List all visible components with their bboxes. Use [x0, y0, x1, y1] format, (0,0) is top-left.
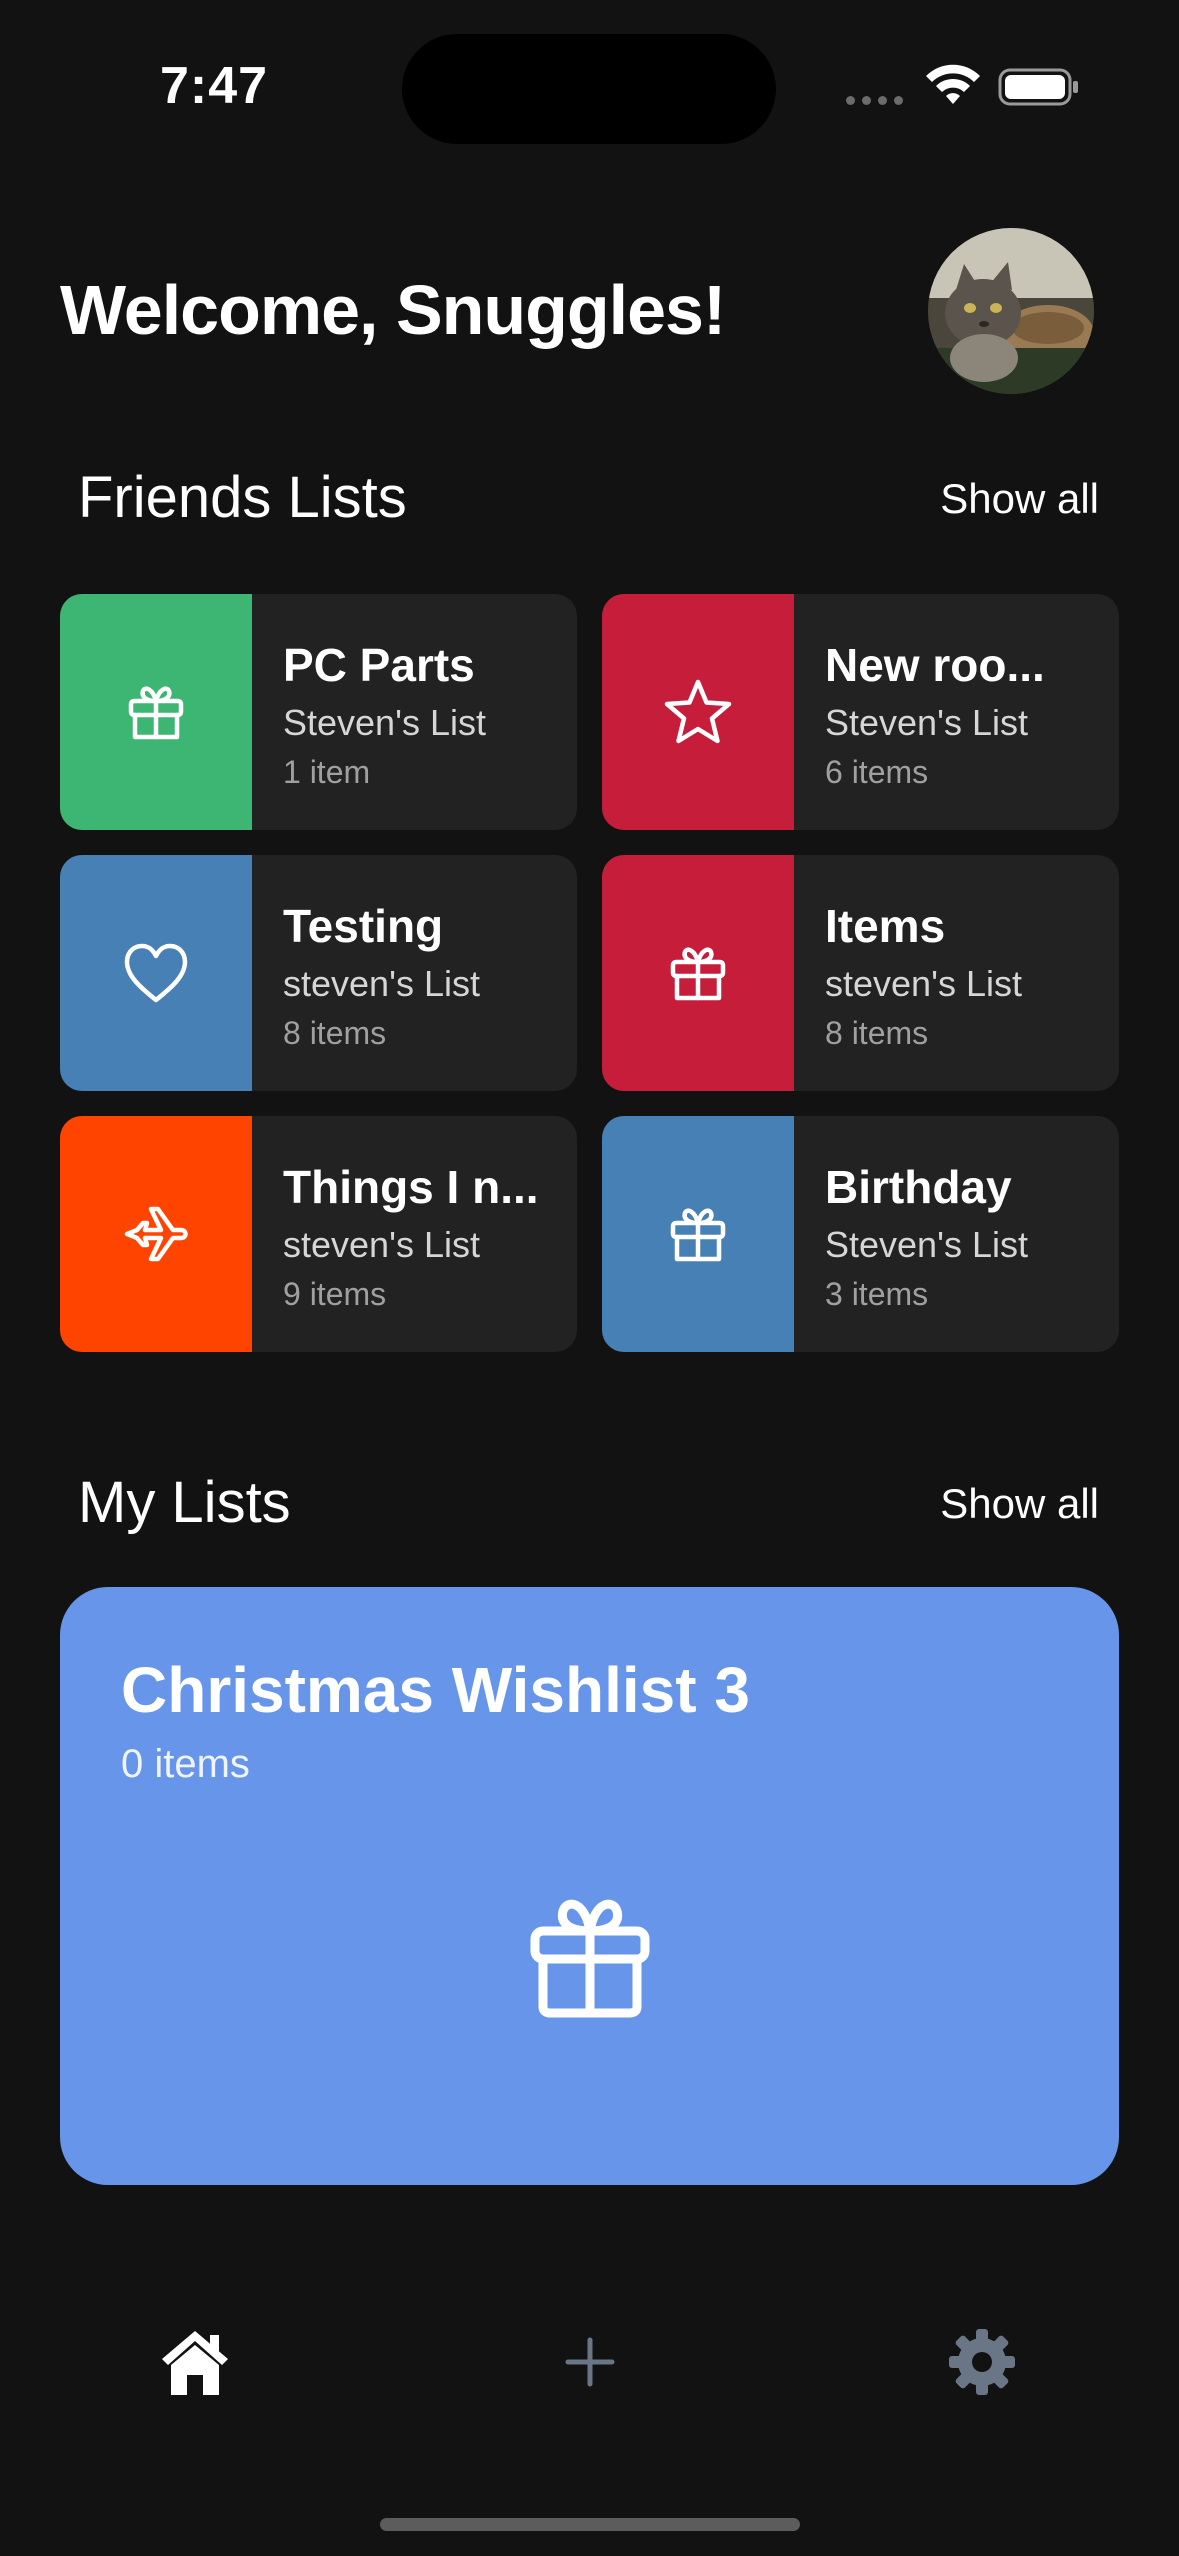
list-item-count: 9 items — [283, 1276, 387, 1312]
list-item-count: 6 items — [825, 754, 929, 790]
list-icon-tile — [60, 855, 252, 1091]
list-icon-tile — [60, 594, 252, 830]
list-item-count: 8 items — [283, 1015, 387, 1051]
heart-icon — [124, 943, 188, 1003]
airplane-icon — [124, 1206, 188, 1262]
friends-show-all-button[interactable]: Show all — [940, 475, 1099, 523]
friend-list-card[interactable]: New roo... Steven's List 6 items — [602, 594, 1119, 830]
home-indicator[interactable] — [380, 2518, 800, 2531]
gift-icon — [128, 686, 184, 740]
star-icon — [664, 679, 732, 744]
list-title: PC Parts — [283, 639, 475, 691]
list-icon-tile — [602, 1116, 794, 1352]
list-owner: steven's List — [283, 963, 480, 1004]
list-icon-tile — [602, 855, 794, 1091]
list-owner: Steven's List — [825, 1224, 1028, 1265]
list-item-count: 8 items — [825, 1015, 929, 1051]
gift-icon — [530, 1899, 650, 2018]
friends-lists-heading: Friends Lists — [78, 465, 407, 530]
dynamic-island — [402, 34, 776, 144]
list-owner: Steven's List — [825, 702, 1028, 743]
list-title: Testing — [283, 900, 444, 952]
battery-icon — [998, 68, 1078, 106]
gift-icon — [670, 1208, 726, 1262]
list-owner: steven's List — [283, 1224, 480, 1265]
list-title: New roo... — [825, 639, 1045, 691]
list-icon-tile — [60, 1116, 252, 1352]
status-bar: 7:47 — [0, 0, 1179, 180]
friend-list-card[interactable]: Testing steven's List 8 items — [60, 855, 577, 1091]
list-title: Things I n... — [283, 1161, 539, 1213]
gear-icon — [949, 2329, 1015, 2395]
wifi-icon — [926, 64, 980, 104]
friends-lists-grid: PC Parts Steven's List 1 item New roo...… — [60, 594, 1119, 1352]
tab-settings[interactable] — [942, 2322, 1022, 2402]
home-icon — [162, 2331, 228, 2395]
status-time: 7:47 — [160, 57, 269, 115]
gift-icon — [670, 947, 726, 1001]
my-list-card[interactable]: Christmas Wishlist 3 0 items — [60, 1587, 1119, 2185]
avatar[interactable] — [928, 228, 1094, 394]
my-lists-heading: My Lists — [78, 1470, 291, 1535]
list-owner: steven's List — [825, 963, 1022, 1004]
cat-photo — [928, 228, 1094, 394]
tab-add[interactable] — [550, 2322, 630, 2402]
list-icon-tile — [602, 594, 794, 830]
list-item-count: 3 items — [825, 1276, 929, 1312]
welcome-heading: Welcome, Snuggles! — [60, 271, 726, 349]
list-owner: Steven's List — [283, 702, 486, 743]
tab-home[interactable] — [155, 2322, 235, 2402]
cellular-signal-icon — [846, 96, 903, 105]
my-list-item-count: 0 items — [121, 1742, 250, 1786]
list-title: Items — [825, 900, 946, 952]
friend-list-card[interactable]: PC Parts Steven's List 1 item — [60, 594, 577, 830]
list-title: Birthday — [825, 1161, 1012, 1213]
list-item-count: 1 item — [283, 754, 371, 790]
my-list-title: Christmas Wishlist 3 — [121, 1654, 750, 1726]
friend-list-card[interactable]: Items steven's List 8 items — [602, 855, 1119, 1091]
friend-list-card[interactable]: Things I n... steven's List 9 items — [60, 1116, 577, 1352]
my-lists-show-all-button[interactable]: Show all — [940, 1480, 1099, 1528]
friend-list-card[interactable]: Birthday Steven's List 3 items — [602, 1116, 1119, 1352]
plus-icon — [565, 2337, 615, 2387]
